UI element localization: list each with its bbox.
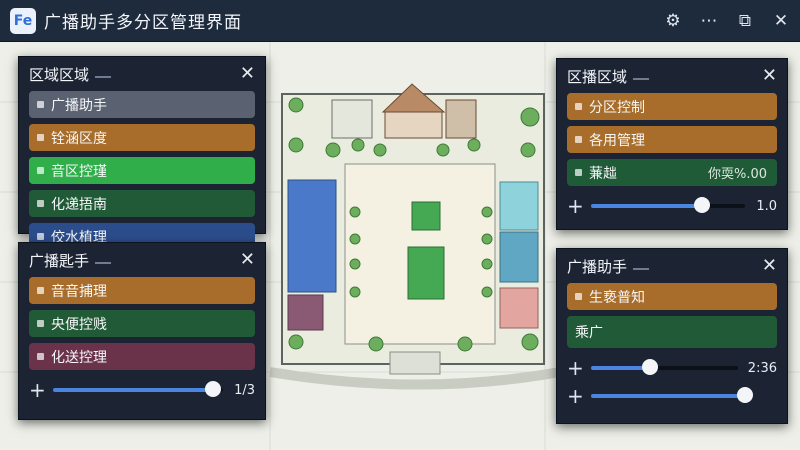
zone-status-text: 你耎%.00 bbox=[707, 167, 767, 182]
plus-icon[interactable]: + bbox=[29, 380, 49, 400]
zone-item[interactable]: 生亵普知 bbox=[567, 283, 777, 310]
title-bar-actions: ⚙ ⋯ ⧉ ✕ bbox=[662, 0, 792, 42]
zone-item[interactable]: 央便控贱 bbox=[29, 310, 255, 337]
close-icon[interactable]: ✕ bbox=[770, 10, 792, 32]
volume-slider[interactable] bbox=[591, 387, 753, 403]
panel-header: 区域区域 ✕ bbox=[29, 57, 255, 91]
zone-panel-top-left: 区域区域 ✕ 广播助手 铨涵区度 音区控瑾 化递捂南 佼水植理 bbox=[18, 56, 266, 250]
zone-item[interactable]: 化递捂南 bbox=[29, 190, 255, 217]
slider-knob[interactable] bbox=[737, 387, 753, 403]
plus-icon[interactable]: + bbox=[567, 196, 587, 216]
panel-title: 区域区域 bbox=[29, 64, 112, 85]
slider-knob[interactable] bbox=[641, 359, 658, 375]
close-icon[interactable]: ✕ bbox=[762, 257, 777, 275]
zone-item[interactable]: 分区控制 bbox=[567, 93, 777, 120]
slider-value: 1/3 bbox=[234, 382, 255, 398]
zone-item[interactable]: 铨涵区度 bbox=[29, 124, 255, 151]
volume-slider-row: + 1/3 bbox=[29, 376, 255, 404]
panel-title: 广播匙手 bbox=[29, 250, 112, 271]
slider-value: 2:36 bbox=[747, 360, 777, 376]
zone-item[interactable]: 广播助手 bbox=[29, 91, 255, 118]
zone-item[interactable]: 各用管理 bbox=[567, 126, 777, 153]
zone-panel-bottom-right: 广播助手 ✕ 生亵普知 乘广 + 2:36 + bbox=[556, 248, 788, 424]
zone-item[interactable]: 乘广 bbox=[567, 316, 777, 348]
volume-slider-row: + 1.0 bbox=[567, 192, 777, 220]
volume-slider[interactable] bbox=[53, 381, 223, 397]
more-icon[interactable]: ⋯ bbox=[698, 10, 720, 32]
close-icon[interactable]: ✕ bbox=[240, 65, 255, 83]
plus-icon[interactable]: + bbox=[567, 358, 587, 378]
app-logo: Fe bbox=[10, 7, 36, 34]
zone-panel-top-right: 区播区域 ✕ 分区控制 各用管理 蒹趉 你耎%.00 + 1.0 bbox=[556, 58, 788, 230]
zone-item[interactable]: 蒹趉 你耎%.00 bbox=[567, 159, 777, 186]
slider-value: 1.0 bbox=[756, 198, 777, 214]
zone-item[interactable]: 音音捕理 bbox=[29, 277, 255, 304]
zone-item[interactable]: 化送控理 bbox=[29, 343, 255, 370]
panel-header: 广播助手 ✕ bbox=[567, 249, 777, 283]
slider-knob[interactable] bbox=[693, 197, 710, 213]
volume-slider-row: + bbox=[567, 382, 777, 410]
volume-slider[interactable] bbox=[591, 359, 738, 375]
close-icon[interactable]: ✕ bbox=[240, 251, 255, 269]
close-icon[interactable]: ✕ bbox=[762, 67, 777, 85]
panel-title: 广播助手 bbox=[567, 256, 650, 277]
volume-slider[interactable] bbox=[591, 197, 745, 213]
title-bar: Fe 广播助手多分区管理界面 ⚙ ⋯ ⧉ ✕ bbox=[0, 0, 800, 42]
volume-slider-row: + 2:36 bbox=[567, 354, 777, 382]
panel-header: 广播匙手 ✕ bbox=[29, 243, 255, 277]
window-title: 广播助手多分区管理界面 bbox=[44, 13, 242, 33]
zone-panel-bottom-left: 广播匙手 ✕ 音音捕理 央便控贱 化送控理 + 1/3 bbox=[18, 242, 266, 420]
plus-icon[interactable]: + bbox=[567, 386, 587, 406]
zone-item[interactable]: 音区控瑾 bbox=[29, 157, 255, 184]
external-link-icon[interactable]: ⧉ bbox=[734, 10, 756, 32]
panel-title: 区播区域 bbox=[567, 66, 650, 87]
panel-header: 区播区域 ✕ bbox=[567, 59, 777, 93]
slider-knob[interactable] bbox=[204, 381, 221, 397]
gear-icon[interactable]: ⚙ bbox=[662, 10, 684, 32]
